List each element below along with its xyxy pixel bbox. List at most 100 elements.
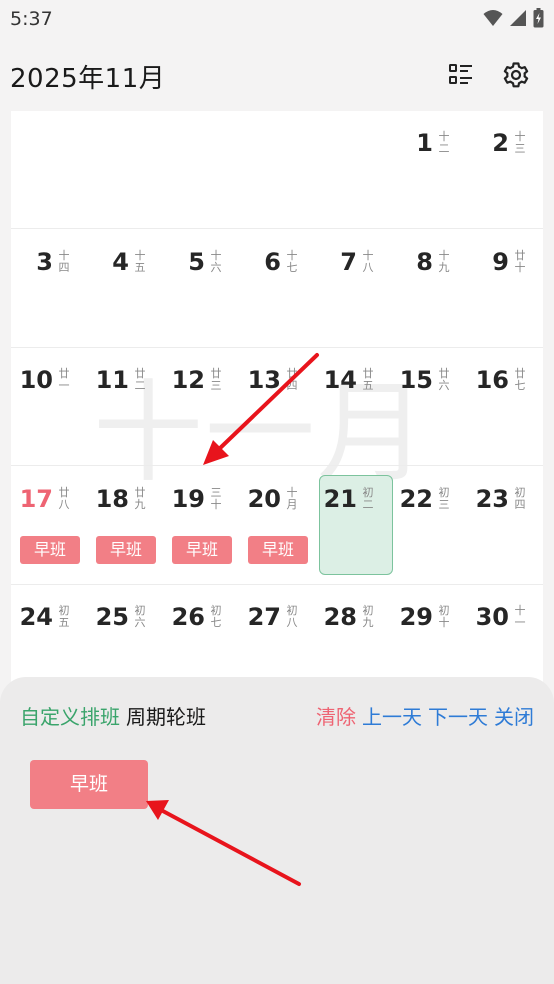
- calendar-day[interactable]: 22 初三: [391, 467, 467, 585]
- lunar-date: 初六: [134, 604, 146, 629]
- calendar-day[interactable]: 7 十八: [315, 230, 391, 348]
- status-time: 5:37: [10, 8, 53, 30]
- wifi-icon: [483, 10, 503, 26]
- lunar-date: 十八: [362, 248, 374, 274]
- calendar-day[interactable]: 30 十一: [467, 585, 543, 691]
- lunar-date: 廿五: [362, 367, 374, 392]
- calendar-day[interactable]: 24 初五: [11, 585, 87, 691]
- lunar-date: 廿十: [514, 248, 526, 274]
- day-number: 15: [399, 366, 433, 394]
- calendar-week-row: 24 初五 25 初六 26 初七 27 初八 28 初九 29 初十 30 十一: [11, 585, 543, 691]
- day-number: 17: [19, 484, 53, 513]
- calendar-day[interactable]: 17 廿八早班: [11, 467, 87, 585]
- lunar-date: 初二: [362, 485, 374, 511]
- prev-day-button[interactable]: 上一天: [362, 705, 422, 729]
- calendar-week-row: 17 廿八 早班 18 廿九 早班 19 三十 早班 20 十月 早班 21 初二 22 初三 23 初四: [11, 467, 543, 585]
- calendar-day[interactable]: 10 廿一: [11, 348, 87, 466]
- calendar-week-row: 10 廿一 11 廿二 12 廿三 13 廿四 14 廿五 15 廿六 16 廿七: [11, 348, 543, 466]
- day-number: 16: [475, 366, 509, 394]
- day-number: 2: [492, 129, 509, 157]
- day-number: 27: [247, 603, 281, 631]
- calendar-day[interactable]: 9 廿十: [467, 230, 543, 348]
- calendar-day[interactable]: 2 十三: [467, 111, 543, 229]
- calendar-day[interactable]: 28 初九: [315, 585, 391, 691]
- calendar-day[interactable]: 3 十四: [11, 230, 87, 348]
- day-number: 29: [399, 603, 433, 631]
- close-button[interactable]: 关闭: [494, 705, 534, 729]
- calendar-day[interactable]: 1 十二: [391, 111, 467, 229]
- lunar-date: 十一: [514, 604, 526, 629]
- calendar-empty-cell: [239, 111, 315, 229]
- calendar-day[interactable]: 18 廿九 早班: [87, 467, 163, 585]
- shift-option-button[interactable]: 早班: [30, 760, 148, 809]
- list-view-button[interactable]: [444, 58, 478, 92]
- day-number: 9: [492, 247, 509, 276]
- gear-icon: [503, 62, 529, 88]
- calendar-day[interactable]: 25 初六: [87, 585, 163, 691]
- battery-charging-icon: [533, 8, 544, 28]
- cellular-signal-icon: [510, 10, 526, 26]
- settings-button[interactable]: [499, 58, 533, 92]
- day-number: 28: [323, 603, 357, 631]
- lunar-date: 十六: [210, 248, 222, 274]
- day-number: 19: [171, 484, 205, 513]
- lunar-date: 十七: [286, 248, 298, 274]
- day-number: 20: [247, 484, 281, 513]
- calendar-day[interactable]: 8 十九: [391, 230, 467, 348]
- lunar-date: 十五: [134, 248, 146, 274]
- calendar-day[interactable]: 19 三十 早班: [163, 467, 239, 585]
- calendar-week-row: 3 十四 4 十五 5 十六 6 十七 7 十八 8 十九 9 廿十: [11, 230, 543, 348]
- calendar-day[interactable]: 29 初十: [391, 585, 467, 691]
- lunar-date: 初九: [362, 604, 374, 629]
- shift-badge: 早班: [96, 535, 156, 564]
- calendar-empty-cell: [315, 111, 391, 229]
- tab-custom-shift[interactable]: 自定义排班: [20, 705, 120, 729]
- calendar-day[interactable]: 23 初四: [467, 467, 543, 585]
- next-day-button[interactable]: 下一天: [428, 705, 488, 729]
- lunar-date: 初四: [514, 485, 526, 511]
- shift-badge: 早班: [20, 535, 80, 564]
- day-number: 6: [264, 247, 281, 276]
- calendar-day[interactable]: 27 初八: [239, 585, 315, 691]
- lunar-date: 廿三: [210, 367, 222, 392]
- lunar-date: 三十: [210, 485, 222, 511]
- shift-panel: 自定义排班 周期轮班 清除 上一天 下一天 关闭 早班: [0, 677, 554, 984]
- lunar-date: 廿二: [134, 367, 146, 392]
- calendar-grid: 十一月 1 十二 2 十三 3 十四 4 十五 5 十六 6 十七 7 十八 8 十九 9 廿十 10 廿一 11 廿二 1…: [11, 111, 543, 691]
- day-number: 30: [475, 603, 509, 631]
- calendar-day[interactable]: 11 廿二: [87, 348, 163, 466]
- calendar-day[interactable]: 16 廿七: [467, 348, 543, 466]
- day-number: 8: [416, 247, 433, 276]
- lunar-date: 初八: [286, 604, 298, 629]
- calendar-day[interactable]: 20 十月 早班: [239, 467, 315, 585]
- lunar-date: 廿六: [438, 367, 450, 392]
- lunar-date: 廿八: [58, 485, 70, 511]
- clear-button[interactable]: 清除: [316, 705, 356, 729]
- day-number: 11: [95, 366, 129, 394]
- tab-cycle-shift[interactable]: 周期轮班: [126, 705, 206, 729]
- calendar-day[interactable]: 15 廿六: [391, 348, 467, 466]
- calendar-day[interactable]: 6 十七: [239, 230, 315, 348]
- calendar-day[interactable]: 12 廿三: [163, 348, 239, 466]
- calendar-day[interactable]: 26 初七: [163, 585, 239, 691]
- day-number: 13: [247, 366, 281, 394]
- day-number: 21: [323, 484, 357, 513]
- day-number: 26: [171, 603, 205, 631]
- calendar-day-today[interactable]: 21 初二: [315, 467, 393, 585]
- day-number: 22: [399, 484, 433, 513]
- calendar-day[interactable]: 14 廿五: [315, 348, 391, 466]
- calendar-day[interactable]: 5 十六: [163, 230, 239, 348]
- calendar-day[interactable]: 13 廿四: [239, 348, 315, 466]
- month-title: 2025年11月: [10, 64, 166, 94]
- calendar-empty-cell: [11, 111, 87, 229]
- day-number: 10: [19, 366, 53, 394]
- lunar-date: 廿一: [58, 367, 70, 392]
- calendar-day[interactable]: 4 十五: [87, 230, 163, 348]
- day-number: 7: [340, 247, 357, 276]
- panel-tabs: 自定义排班 周期轮班: [20, 701, 206, 730]
- day-number: 24: [19, 603, 53, 631]
- calendar-week-row: 1 十二 2 十三: [11, 111, 543, 229]
- day-number: 14: [323, 366, 357, 394]
- status-icons: [483, 8, 544, 28]
- calendar-empty-cell: [87, 111, 163, 229]
